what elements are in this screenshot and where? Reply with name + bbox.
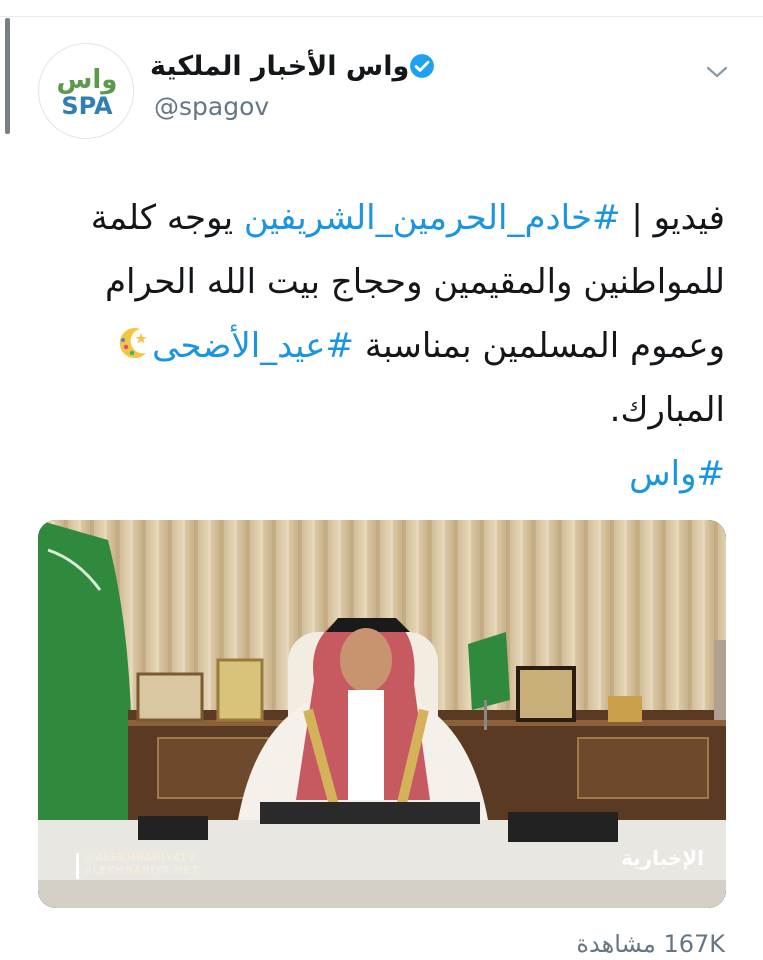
tweet-text-prefix: فيديو | [620, 198, 725, 238]
author-handle[interactable]: @spagov [154, 92, 269, 121]
tweet-text: فيديو | #خادم_الحرمين_الشريفين يوجه كلمة… [25, 186, 725, 506]
channel-logo: الإخبارية [621, 846, 704, 870]
top-divider [0, 16, 763, 17]
hashtag-link-1[interactable]: #خادم_الحرمين_الشريفين [244, 198, 621, 238]
channel-watermark: @ALEKHBARIYATV ALEKHBARIYA.NET [84, 851, 198, 877]
logo-arabic: واس [57, 65, 118, 95]
chevron-down-icon[interactable] [704, 62, 730, 82]
watermark-handle: @ALEKHBARIYATV [84, 851, 196, 864]
logo-latin: SPA [61, 92, 113, 120]
hashtag-link-2[interactable]: #عيد_الأضحى [152, 326, 354, 366]
thread-indicator [5, 18, 10, 134]
display-name[interactable]: واس الأخبار الملكية [150, 51, 409, 82]
tweet-text-suffix: المبارك. [609, 390, 725, 430]
hashtag-link-3[interactable]: #واس [629, 454, 725, 494]
watermark-bar [76, 853, 79, 879]
spa-logo-icon: واس SPA [57, 65, 118, 120]
video-player[interactable]: @ALEKHBARIYATV ALEKHBARIYA.NET الإخبارية [38, 520, 726, 908]
author-name-row[interactable]: واس الأخبار الملكية [150, 48, 443, 84]
watermark-site: ALEKHBARIYA.NET [84, 864, 199, 877]
view-count: 167K مشاهدة [576, 930, 725, 958]
avatar[interactable]: واس SPA [38, 43, 134, 139]
crescent-moon-star-emoji [119, 328, 147, 359]
verified-badge-icon [410, 54, 435, 78]
